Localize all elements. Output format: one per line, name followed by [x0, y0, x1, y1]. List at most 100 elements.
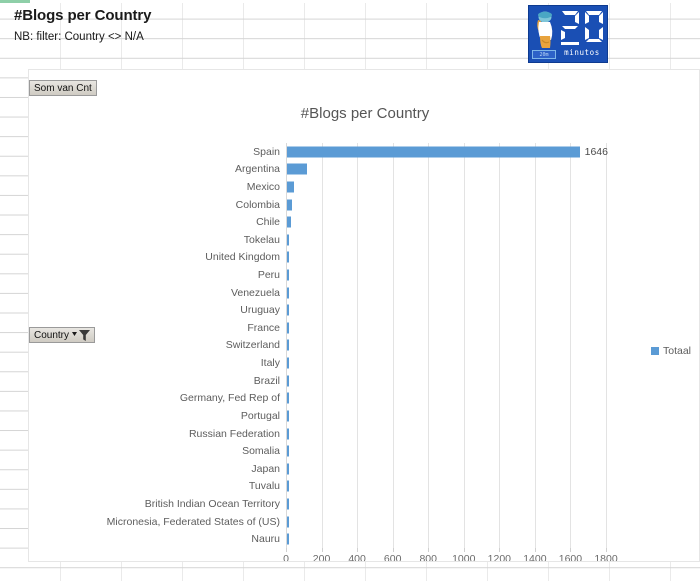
pivot-chart[interactable]: Som van Cnt Country #Blogs per Country 0…	[28, 69, 700, 562]
bar-venezuela[interactable]	[287, 287, 289, 299]
chart-category-row: Portugal	[241, 407, 606, 425]
twentyminutos-logo: minutos 20m	[528, 5, 608, 63]
chart-title: #Blogs per Country	[300, 105, 430, 122]
category-label: British Indian Ocean Territory	[144, 497, 280, 510]
x-tick-200	[321, 548, 323, 552]
bar-somalia[interactable]	[287, 445, 289, 457]
bar-portugal[interactable]	[287, 410, 289, 422]
chart-category-row: Italy	[261, 354, 606, 372]
chart-category-row: Uruguay	[240, 301, 606, 319]
logo-badge: 20m	[532, 50, 556, 59]
pivot-value-field-button[interactable]: Som van Cnt	[29, 80, 97, 96]
bar-argentina[interactable]	[287, 163, 307, 175]
pivot-value-field-label: Som van Cnt	[34, 82, 92, 94]
bar-russian-federation[interactable]	[287, 428, 289, 440]
chart-category-row: United Kingdom	[205, 249, 606, 267]
pivot-row-field-label: Country	[34, 329, 70, 341]
category-label: Russian Federation	[188, 427, 280, 440]
bar-mexico[interactable]	[287, 181, 295, 193]
category-label: Chile	[256, 216, 280, 229]
chart-category-row: Argentina	[235, 161, 606, 179]
bar-chile[interactable]	[287, 216, 291, 228]
chart-category-row: Japan	[251, 460, 606, 478]
legend-swatch-totaal	[651, 347, 659, 355]
category-label: Italy	[260, 357, 280, 370]
pivot-row-field-button[interactable]: Country	[29, 327, 96, 343]
bar-germany-fed-rep-of[interactable]	[287, 392, 289, 404]
bar-peru[interactable]	[287, 269, 289, 281]
chart-category-row: British Indian Ocean Territory	[145, 495, 606, 513]
category-label: Colombia	[235, 198, 280, 211]
chart-category-row: Russian Federation	[189, 425, 606, 443]
category-label: Micronesia, Federated States of (US)	[106, 515, 280, 528]
x-tick-label-800: 800	[419, 553, 437, 562]
category-label: Venezuela	[230, 286, 280, 299]
category-label: Brazil	[253, 374, 280, 387]
chart-category-row: Micronesia, Federated States of (US)	[107, 513, 606, 531]
bar-united-kingdom[interactable]	[287, 251, 289, 263]
bar-nauru[interactable]	[287, 533, 289, 545]
x-tick-label-400: 400	[348, 553, 366, 562]
category-label: United Kingdom	[205, 251, 280, 264]
category-label: Portugal	[240, 409, 280, 422]
bar-colombia[interactable]	[287, 199, 292, 211]
bar-italy[interactable]	[287, 357, 289, 369]
legend-label-totaal: Totaal	[663, 345, 692, 357]
sheet-title-cell[interactable]: #Blogs per Country	[14, 7, 151, 24]
chart-legend[interactable]: Totaal	[651, 345, 691, 357]
chart-category-row: Mexico	[247, 178, 606, 196]
x-tick-400	[357, 548, 359, 552]
x-tick-800	[428, 548, 430, 552]
bar-uruguay[interactable]	[287, 304, 289, 316]
x-tick-label-1400: 1400	[523, 553, 547, 562]
chart-category-row: France	[247, 319, 606, 337]
chart-category-row: Tokelau	[244, 231, 606, 249]
category-label: Nauru	[251, 533, 280, 546]
x-tick-1200	[499, 548, 501, 552]
category-label: Tokelau	[243, 233, 280, 246]
bar-tuvalu[interactable]	[287, 480, 289, 492]
bar-switzerland[interactable]	[287, 339, 289, 351]
logo-figure-icon	[537, 11, 553, 48]
bar-micronesia-federated-states-of-us-[interactable]	[287, 516, 289, 528]
x-tick-label-200: 200	[312, 553, 331, 562]
bar-japan[interactable]	[287, 463, 289, 475]
sheet-top-strip	[0, 0, 700, 3]
sheet-note-cell[interactable]: NB: filter: Country <> N/A	[14, 31, 144, 43]
category-label: Uruguay	[240, 304, 280, 317]
x-tick-label-1600: 1600	[558, 553, 583, 562]
x-tick-label-1800: 1800	[594, 553, 618, 562]
chart-category-row: Spain 1646	[253, 143, 608, 161]
category-label: Mexico	[246, 181, 280, 193]
category-label: Somalia	[242, 445, 280, 458]
x-tick-1600	[570, 548, 572, 552]
category-label: Peru	[257, 269, 280, 282]
bar-tokelau[interactable]	[287, 234, 289, 246]
chart-category-row: Peru	[258, 266, 606, 284]
filter-funnel-icon[interactable]	[72, 329, 91, 341]
bar-british-indian-ocean-territory[interactable]	[287, 498, 289, 510]
chart-category-row: Brazil	[254, 372, 606, 390]
x-tick-label-1000: 1000	[452, 553, 476, 562]
bar-france[interactable]	[287, 322, 289, 334]
chart-category-row: Somalia	[242, 442, 606, 460]
x-tick-0	[286, 548, 287, 552]
category-label: France	[247, 321, 280, 334]
x-tick-label-1200: 1200	[487, 553, 512, 562]
chart-category-row: Colombia	[236, 196, 606, 214]
category-label: Argentina	[235, 163, 280, 176]
logo-number-20	[561, 11, 603, 45]
category-label: Japan	[251, 462, 280, 475]
category-label: Tuvalu	[248, 480, 280, 493]
category-label: Spain	[253, 145, 280, 158]
chart-category-row: Chile	[256, 213, 606, 231]
x-tick-1000	[463, 548, 465, 552]
x-tick-600	[392, 548, 394, 552]
bar-brazil[interactable]	[287, 375, 289, 387]
x-tick-1800	[606, 548, 607, 552]
bar-spain[interactable]	[287, 146, 580, 158]
chart-category-row: Germany, Fed Rep of	[180, 390, 606, 408]
chart-category-row: Switzerland	[226, 337, 606, 355]
x-tick-label-600: 600	[383, 553, 402, 562]
logo-word-minutos: minutos	[564, 48, 600, 57]
